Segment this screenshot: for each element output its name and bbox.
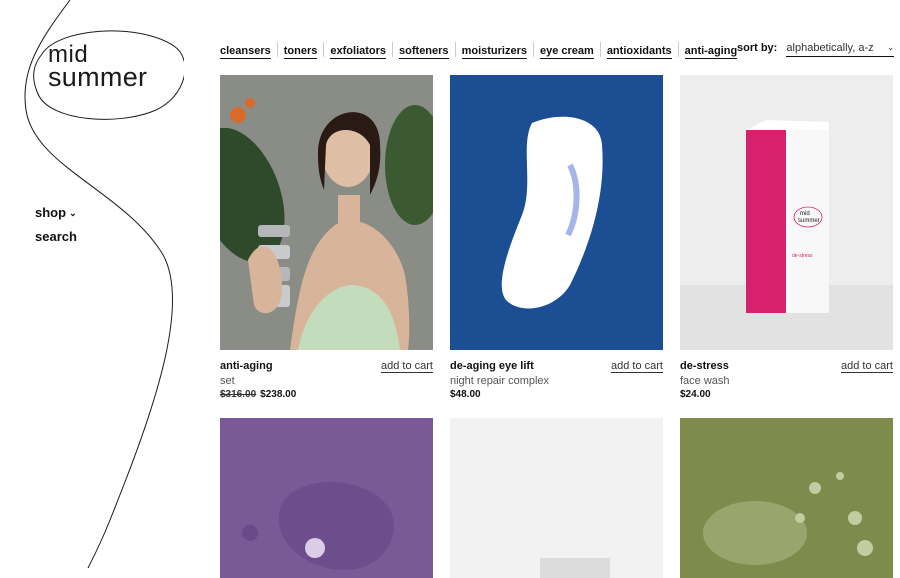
product-price: $316.00 $238.00 (220, 389, 296, 400)
chevron-down-icon: ⌄ (69, 208, 77, 218)
add-to-cart-button[interactable]: add to cart (841, 360, 893, 373)
product-image[interactable] (220, 75, 433, 350)
product-card[interactable] (220, 418, 433, 578)
product-card[interactable]: anti-aging add to cart set $316.00 $238.0… (220, 75, 433, 400)
sort-control: sort by: alphabetically, a-z ⌄ (737, 42, 895, 57)
divider (454, 42, 456, 57)
product-card[interactable]: de-aging eye lift add to cart night repa… (450, 75, 663, 400)
brand-line2: summer (48, 62, 148, 92)
product-image[interactable] (680, 418, 893, 578)
current-price: $238.00 (260, 389, 297, 400)
sort-value: alphabetically, a-z (786, 42, 874, 54)
divider (532, 42, 534, 57)
category-antioxidants[interactable]: antioxidants (606, 45, 672, 59)
product-subtitle: night repair complex (450, 375, 550, 387)
divider (677, 42, 679, 57)
add-to-cart-button[interactable]: add to cart (381, 360, 433, 373)
product-subtitle: set (220, 375, 235, 387)
add-to-cart-button[interactable]: add to cart (611, 360, 663, 373)
box-brand-line2: summer (798, 218, 820, 224)
product-card[interactable] (450, 418, 663, 578)
category-anti-aging[interactable]: anti-aging (684, 45, 738, 59)
product-photo (450, 418, 663, 578)
product-name[interactable]: anti-aging (220, 360, 273, 372)
product-name[interactable]: de-stress (680, 360, 729, 372)
product-image[interactable] (450, 75, 663, 350)
product-card[interactable]: mid summer de-stress de-stress add to ca… (680, 75, 893, 400)
side-nav: shop ⌄ search (35, 205, 77, 253)
product-image[interactable]: mid summer de-stress (680, 75, 893, 350)
shop-menu[interactable]: shop ⌄ (35, 205, 77, 220)
product-card[interactable] (680, 418, 893, 578)
category-eye-cream[interactable]: eye cream (539, 45, 594, 59)
category-toners[interactable]: toners (283, 45, 318, 59)
product-box-photo: mid summer de-stress (680, 75, 893, 350)
shop-label: shop (35, 205, 67, 220)
product-price: $48.00 (450, 389, 481, 400)
product-image[interactable] (450, 418, 663, 578)
product-name[interactable]: de-aging eye lift (450, 360, 534, 372)
product-subtitle: face wash (680, 375, 730, 387)
box-brand-line1: mid (800, 211, 810, 217)
sort-label: sort by: (737, 42, 778, 54)
search-link[interactable]: search (35, 229, 77, 244)
category-exfoliators[interactable]: exfoliators (330, 45, 387, 59)
divider (276, 42, 278, 57)
product-price: $24.00 (680, 389, 711, 400)
cream-swatch-photo (450, 75, 663, 350)
old-price: $316.00 (220, 389, 257, 400)
product-image[interactable] (220, 418, 433, 578)
category-cleansers[interactable]: cleansers (220, 45, 271, 59)
category-nav: cleansers toners exfoliators softeners moist… (220, 42, 738, 59)
serum-drop-photo (220, 418, 433, 578)
divider (599, 42, 601, 57)
category-softeners[interactable]: softeners (399, 45, 449, 59)
gel-drop-photo (680, 418, 893, 578)
box-product-name: de-stress (792, 253, 813, 259)
sort-select[interactable]: alphabetically, a-z ⌄ (786, 42, 895, 57)
brand-wordmark: mid summer (48, 43, 148, 92)
chevron-down-icon: ⌄ (886, 42, 895, 52)
category-moisturizers[interactable]: moisturizers (461, 45, 527, 59)
model-photo (220, 75, 433, 350)
divider (392, 42, 394, 57)
divider (323, 42, 325, 57)
